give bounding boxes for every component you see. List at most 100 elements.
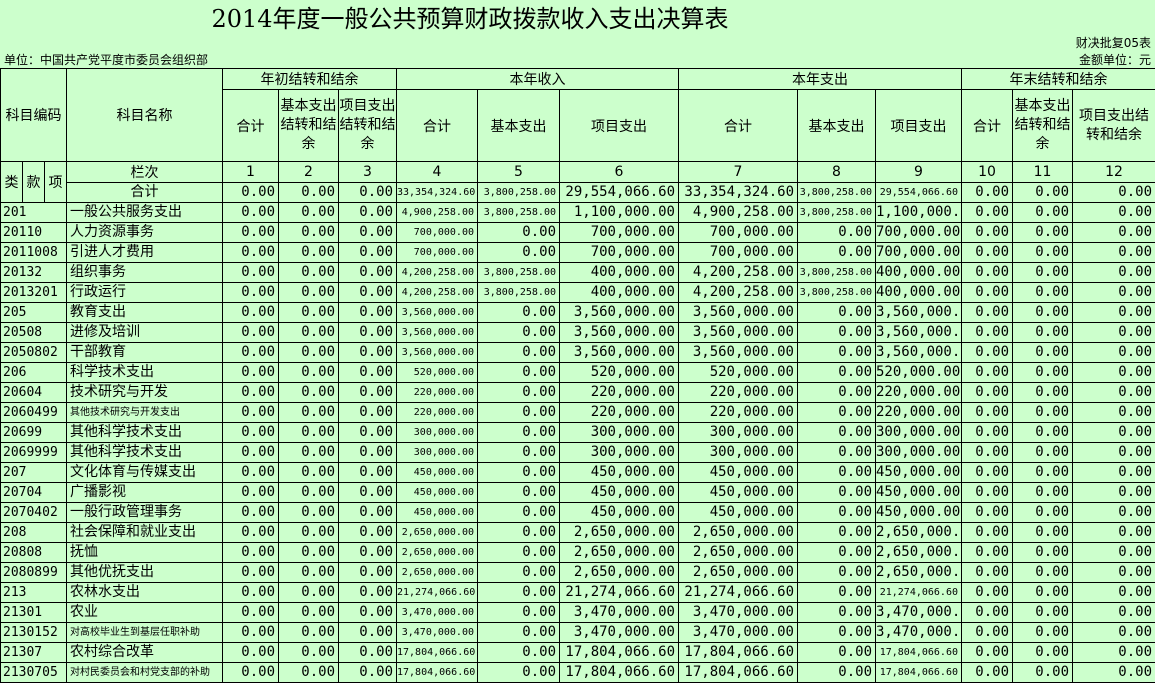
header-project-exp: 项目支出 xyxy=(876,90,962,162)
unit-name: 单位：中国共产党平度市委员会组织部 xyxy=(4,53,208,67)
total-value: 0.00 xyxy=(962,183,1013,203)
cell-value: 0.00 xyxy=(962,663,1013,683)
header-project-carry-end: 项目支出结转和结余 xyxy=(1073,90,1155,162)
cell-value: 0.00 xyxy=(339,523,397,543)
cell-value: 0.00 xyxy=(962,603,1013,623)
cell-value: 0.00 xyxy=(962,643,1013,663)
cell-value: 450,000.00 xyxy=(679,503,798,523)
col-number: 5 xyxy=(478,162,560,183)
header-lei: 类 xyxy=(1,162,23,203)
cell-value: 0.00 xyxy=(279,343,339,363)
cell-value: 0.00 xyxy=(339,263,397,283)
cell-value: 0.00 xyxy=(478,383,560,403)
header-group-end: 年末结转和结余 xyxy=(962,69,1155,90)
subject-code: 2013201 xyxy=(1,283,67,303)
col-number: 3 xyxy=(339,162,397,183)
cell-value: 520,000.00 xyxy=(560,363,679,383)
cell-value: 3,800,258.00 xyxy=(478,283,560,303)
cell-value: 450,000.00 xyxy=(560,503,679,523)
subject-code: 21307 xyxy=(1,643,67,663)
cell-value: 0.00 xyxy=(798,663,876,683)
cell-value: 0.00 xyxy=(1073,303,1155,323)
cell-value: 0.00 xyxy=(1073,423,1155,443)
cell-value: 450,000.00 xyxy=(876,483,962,503)
cell-value: 0.00 xyxy=(478,643,560,663)
cell-value: 0.00 xyxy=(279,423,339,443)
cell-value: 700,000.00 xyxy=(560,243,679,263)
col-number: 6 xyxy=(560,162,679,183)
cell-value: 0.00 xyxy=(223,563,279,583)
table-row: 2130705对村民委员会和村党支部的补助0.000.000.0017,804,… xyxy=(1,663,1155,683)
cell-value: 0.00 xyxy=(339,323,397,343)
cell-value: 0.00 xyxy=(339,383,397,403)
cell-value: 17,804,066.60 xyxy=(560,663,679,683)
subject-code: 2011008 xyxy=(1,243,67,263)
cell-value: 3,800,258.00 xyxy=(478,203,560,223)
cell-value: 2,650,000.00 xyxy=(876,543,962,563)
cell-value: 700,000.00 xyxy=(876,223,962,243)
cell-value: 2,650,000.00 xyxy=(560,523,679,543)
amount-unit: 金额单位：元 xyxy=(1079,53,1151,67)
cell-value: 0.00 xyxy=(339,563,397,583)
cell-value: 220,000.00 xyxy=(397,383,478,403)
cell-value: 0.00 xyxy=(1013,523,1073,543)
cell-value: 0.00 xyxy=(1013,503,1073,523)
header-total: 合计 xyxy=(397,90,478,162)
header-project-exp: 项目支出 xyxy=(560,90,679,162)
cell-value: 0.00 xyxy=(1073,223,1155,243)
cell-value: 0.00 xyxy=(1073,343,1155,363)
header-group-expend: 本年支出 xyxy=(679,69,962,90)
table-row: 2080899其他优抚支出0.000.000.002,650,000.000.0… xyxy=(1,563,1155,583)
header-subject-name: 科目名称 xyxy=(67,69,223,162)
total-value: 3,800,258.00 xyxy=(798,183,876,203)
cell-value: 0.00 xyxy=(478,463,560,483)
table-row: 20699其他科学技术支出0.000.000.00300,000.000.003… xyxy=(1,423,1155,443)
cell-value: 450,000.00 xyxy=(679,463,798,483)
subject-code: 2069999 xyxy=(1,443,67,463)
cell-value: 450,000.00 xyxy=(397,483,478,503)
budget-table: 科目编码 科目名称 年初结转和结余 本年收入 本年支出 年末结转和结余 合计 基… xyxy=(0,68,1155,683)
cell-value: 0.00 xyxy=(279,603,339,623)
cell-value: 0.00 xyxy=(962,243,1013,263)
subject-code: 205 xyxy=(1,303,67,323)
cell-value: 0.00 xyxy=(1013,663,1073,683)
subject-code: 201 xyxy=(1,203,67,223)
cell-value: 0.00 xyxy=(223,543,279,563)
table-row: 2011008引进人才费用0.000.000.00700,000.000.007… xyxy=(1,243,1155,263)
total-value: 0.00 xyxy=(1073,183,1155,203)
col-number: 4 xyxy=(397,162,478,183)
cell-value: 4,200,258.00 xyxy=(397,263,478,283)
cell-value: 400,000.00 xyxy=(560,283,679,303)
cell-value: 2,650,000.00 xyxy=(679,523,798,543)
cell-value: 21,274,066.60 xyxy=(679,583,798,603)
cell-value: 0.00 xyxy=(1013,643,1073,663)
cell-value: 0.00 xyxy=(223,223,279,243)
cell-value: 0.00 xyxy=(962,463,1013,483)
subject-name: 对村民委员会和村党支部的补助 xyxy=(67,663,223,683)
total-value: 29,554,066.60 xyxy=(876,183,962,203)
cell-value: 0.00 xyxy=(1013,203,1073,223)
cell-value: 17,804,066.60 xyxy=(876,643,962,663)
cell-value: 0.00 xyxy=(1073,463,1155,483)
header-group-begin: 年初结转和结余 xyxy=(223,69,397,90)
cell-value: 3,470,000.00 xyxy=(876,603,962,623)
cell-value: 0.00 xyxy=(962,203,1013,223)
cell-value: 4,200,258.00 xyxy=(397,283,478,303)
cell-value: 0.00 xyxy=(798,643,876,663)
cell-value: 0.00 xyxy=(1073,583,1155,603)
cell-value: 450,000.00 xyxy=(560,463,679,483)
cell-value: 0.00 xyxy=(1073,283,1155,303)
cell-value: 700,000.00 xyxy=(397,223,478,243)
cell-value: 0.00 xyxy=(798,563,876,583)
subject-name: 其他技术研究与开发支出 xyxy=(67,403,223,423)
cell-value: 3,560,000.00 xyxy=(560,343,679,363)
cell-value: 21,274,066.60 xyxy=(876,583,962,603)
cell-value: 0.00 xyxy=(223,503,279,523)
cell-value: 300,000.00 xyxy=(560,423,679,443)
report-title: 2014年度一般公共预算财政拨款收入支出决算表 xyxy=(0,2,940,36)
cell-value: 0.00 xyxy=(223,383,279,403)
cell-value: 0.00 xyxy=(1073,243,1155,263)
subject-name: 引进人才费用 xyxy=(67,243,223,263)
cell-value: 0.00 xyxy=(478,403,560,423)
cell-value: 0.00 xyxy=(478,343,560,363)
